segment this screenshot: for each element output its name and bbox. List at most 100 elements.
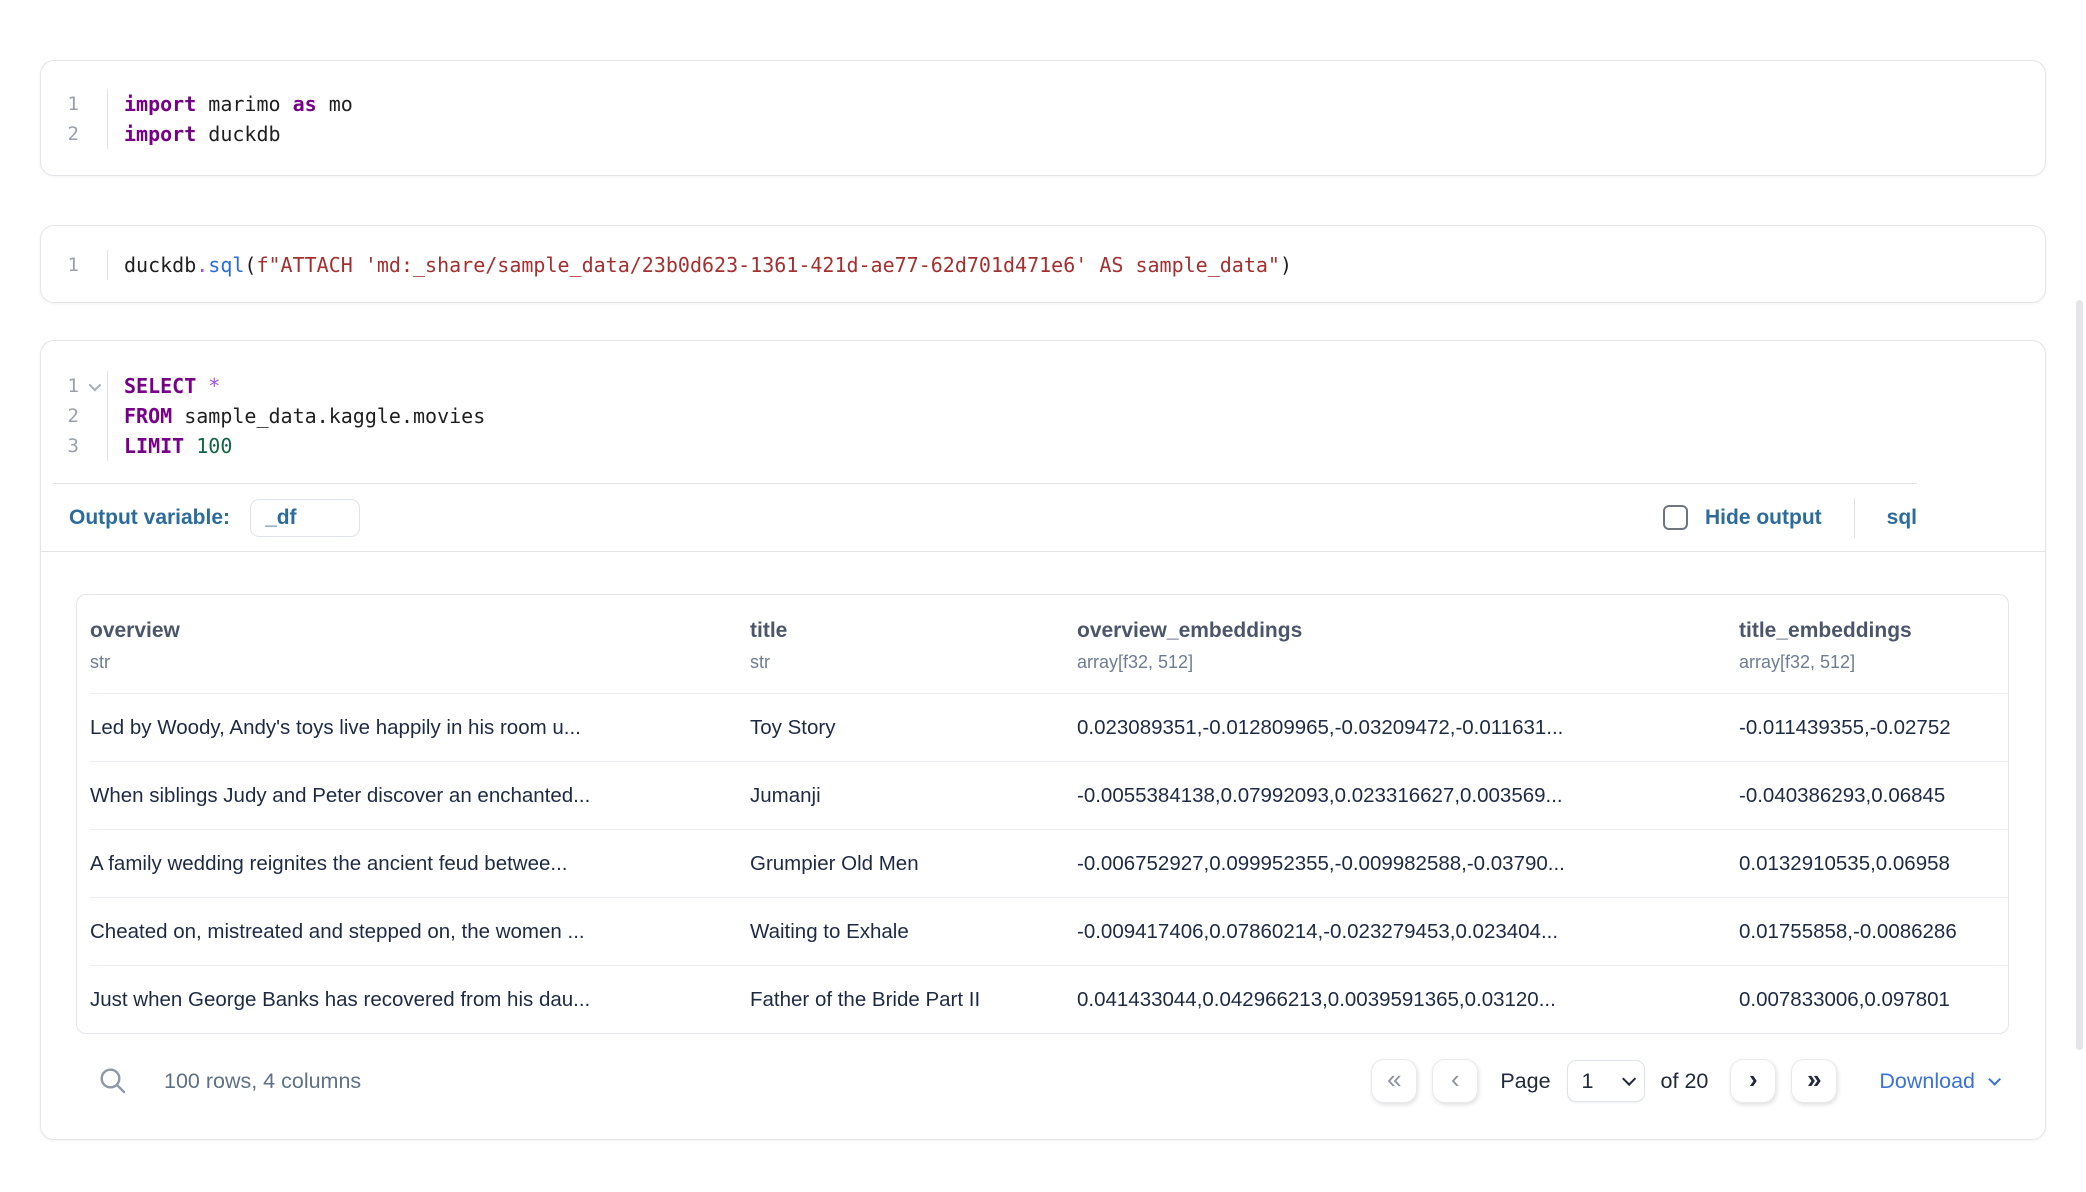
table-footer: 100 rows, 4 columns « ‹ Page 1 of 20 › <box>76 1052 2009 1110</box>
table-cell[interactable]: Father of the Bride Part II <box>750 965 1077 1033</box>
line-gutter: 2 <box>41 401 108 431</box>
page-number-select[interactable]: 1 <box>1567 1060 1645 1102</box>
code-line: 1duckdb.sql(f"ATTACH 'md:_share/sample_d… <box>41 250 2045 280</box>
column-header-title[interactable]: title str <box>750 595 1077 693</box>
table-cell[interactable]: Just when George Banks has recovered fro… <box>90 965 750 1033</box>
code-line: 2 FROM sample_data.kaggle.movies <box>41 401 2045 431</box>
table-cell[interactable]: 0.041433044,0.042966213,0.0039591365,0.0… <box>1077 965 1739 1033</box>
code-text: LIMIT 100 <box>108 431 232 461</box>
download-label: Download <box>1879 1069 1975 1094</box>
code-token: duckdb <box>196 122 280 146</box>
language-badge: sql <box>1887 506 1917 530</box>
code-token: as <box>293 92 317 116</box>
dataframe-table: overview str title str overview_embeddingsar… <box>76 594 2009 1034</box>
table-cell[interactable]: A family wedding reignites the ancient f… <box>90 829 750 897</box>
column-name: overview <box>90 619 730 643</box>
chevron-down-icon <box>1988 1073 2001 1086</box>
code-token: * <box>208 374 220 398</box>
column-type: str <box>90 652 730 673</box>
code-editor[interactable]: 1duckdb.sql(f"ATTACH 'md:_share/sample_d… <box>41 226 2045 304</box>
column-name: title <box>750 619 1057 643</box>
code-token: sql <box>208 253 244 277</box>
table-cell[interactable]: -0.0055384138,0.07992093,0.023316627,0.0… <box>1077 761 1739 829</box>
line-number: 2 <box>68 401 79 431</box>
chevron-left-icon: ‹ <box>1451 1066 1460 1092</box>
code-line: 3 LIMIT 100 <box>41 431 2045 461</box>
code-text: FROM sample_data.kaggle.movies <box>108 401 485 431</box>
column-header-overview[interactable]: overview str <box>90 595 750 693</box>
toolbar-divider <box>1854 498 1855 538</box>
code-token <box>196 374 208 398</box>
code-token: mo <box>317 92 353 116</box>
code-token: ) <box>1280 253 1292 277</box>
hide-output-checkbox[interactable] <box>1663 505 1688 530</box>
line-gutter: 2 <box>41 119 108 149</box>
first-page-button[interactable]: « <box>1371 1059 1417 1103</box>
code-token <box>184 434 196 458</box>
line-gutter: 3 <box>41 431 108 461</box>
line-number: 3 <box>68 431 79 461</box>
line-number: 2 <box>68 119 79 149</box>
fold-toggle[interactable] <box>79 382 107 391</box>
code-cell-attach: 1duckdb.sql(f"ATTACH 'md:_share/sample_d… <box>40 225 2046 303</box>
table-cell[interactable]: -0.009417406,0.07860214,-0.023279453,0.0… <box>1077 897 1739 965</box>
search-icon[interactable] <box>98 1066 128 1096</box>
code-token: f"ATTACH 'md:_share/sample_data/23b0d623… <box>256 253 1280 277</box>
double-chevron-left-icon: « <box>1387 1066 1401 1092</box>
code-line: 1SELECT * <box>41 371 2045 401</box>
sql-cell-toolbar: Output variable: Hide output sql <box>41 484 2045 552</box>
sql-code-editor[interactable]: 1SELECT *2 FROM sample_data.kaggle.movies… <box>41 341 2045 483</box>
page-count-label: of 20 <box>1661 1069 1709 1094</box>
chevron-down-icon <box>1622 1072 1636 1086</box>
row-count-summary: 100 rows, 4 columns <box>164 1069 361 1094</box>
column-name: overview_embeddings <box>1077 619 1719 643</box>
code-token: import <box>124 122 196 146</box>
next-page-button[interactable]: › <box>1730 1059 1776 1103</box>
column-header-title_embeddings[interactable]: title_embeddingsarray[f32, 512] <box>1739 595 2008 693</box>
table-cell[interactable]: 0.0132910535,0.06958 <box>1739 829 2008 897</box>
code-token: duckdb <box>124 253 196 277</box>
page-number-value: 1 <box>1582 1069 1594 1094</box>
column-type: str <box>750 652 1057 673</box>
output-variable-input[interactable] <box>250 499 360 537</box>
column-header-overview_embeddings[interactable]: overview_embeddings array[f32, 512] <box>1077 595 1739 693</box>
code-token: marimo <box>196 92 292 116</box>
line-gutter: 1 <box>41 371 108 401</box>
table-cell[interactable]: 0.007833006,0.097801 <box>1739 965 2008 1033</box>
download-button[interactable]: Download <box>1879 1069 1997 1094</box>
line-number: 1 <box>68 250 79 280</box>
code-line: 2 import duckdb <box>41 119 2045 149</box>
code-editor[interactable]: 1 import marimo as mo 2 import duckdb <box>41 61 2045 177</box>
column-name: title_embeddings <box>1739 619 1988 643</box>
table-cell[interactable]: -0.040386293,0.06845 <box>1739 761 2008 829</box>
hide-output-label[interactable]: Hide output <box>1705 506 1822 530</box>
code-cell-imports: 1 import marimo as mo 2 import duckdb <box>40 60 2046 176</box>
table-cell[interactable]: 0.023089351,-0.012809965,-0.03209472,-0.… <box>1077 693 1739 761</box>
page-scrollbar[interactable] <box>2076 300 2083 1050</box>
table-cell[interactable]: Waiting to Exhale <box>750 897 1077 965</box>
line-gutter: 1 <box>41 89 108 119</box>
table-cell[interactable]: 0.01755858,-0.0086286 <box>1739 897 2008 965</box>
table-cell[interactable]: -0.006752927,0.099952355,-0.009982588,-0… <box>1077 829 1739 897</box>
line-number: 1 <box>68 371 79 401</box>
line-number: 1 <box>68 89 79 119</box>
code-token: . <box>196 253 208 277</box>
chevron-down-icon <box>88 378 101 391</box>
table-cell[interactable]: -0.011439355,-0.02752 <box>1739 693 2008 761</box>
page-label: Page <box>1500 1069 1550 1094</box>
code-line: 1 import marimo as mo <box>41 89 2045 119</box>
table-cell[interactable]: Toy Story <box>750 693 1077 761</box>
marimo-notebook: 1 import marimo as mo 2 import duckdb 1 duck… <box>0 0 2086 1192</box>
sql-cell: 1SELECT *2 FROM sample_data.kaggle.movies… <box>40 340 2046 1140</box>
table-cell[interactable]: Cheated on, mistreated and stepped on, t… <box>90 897 750 965</box>
table-cell[interactable]: When siblings Judy and Peter discover an… <box>90 761 750 829</box>
table-cell[interactable]: Jumanji <box>750 761 1077 829</box>
column-type: array[f32, 512] <box>1077 652 1719 673</box>
last-page-button[interactable]: » <box>1791 1059 1837 1103</box>
code-token: FROM <box>124 404 172 428</box>
cell-output-area: overview str title str overview_embeddingsar… <box>41 552 2045 1110</box>
code-text: import marimo as mo <box>108 89 353 119</box>
table-cell[interactable]: Led by Woody, Andy's toys live happily i… <box>90 693 750 761</box>
table-cell[interactable]: Grumpier Old Men <box>750 829 1077 897</box>
previous-page-button[interactable]: ‹ <box>1432 1059 1478 1103</box>
